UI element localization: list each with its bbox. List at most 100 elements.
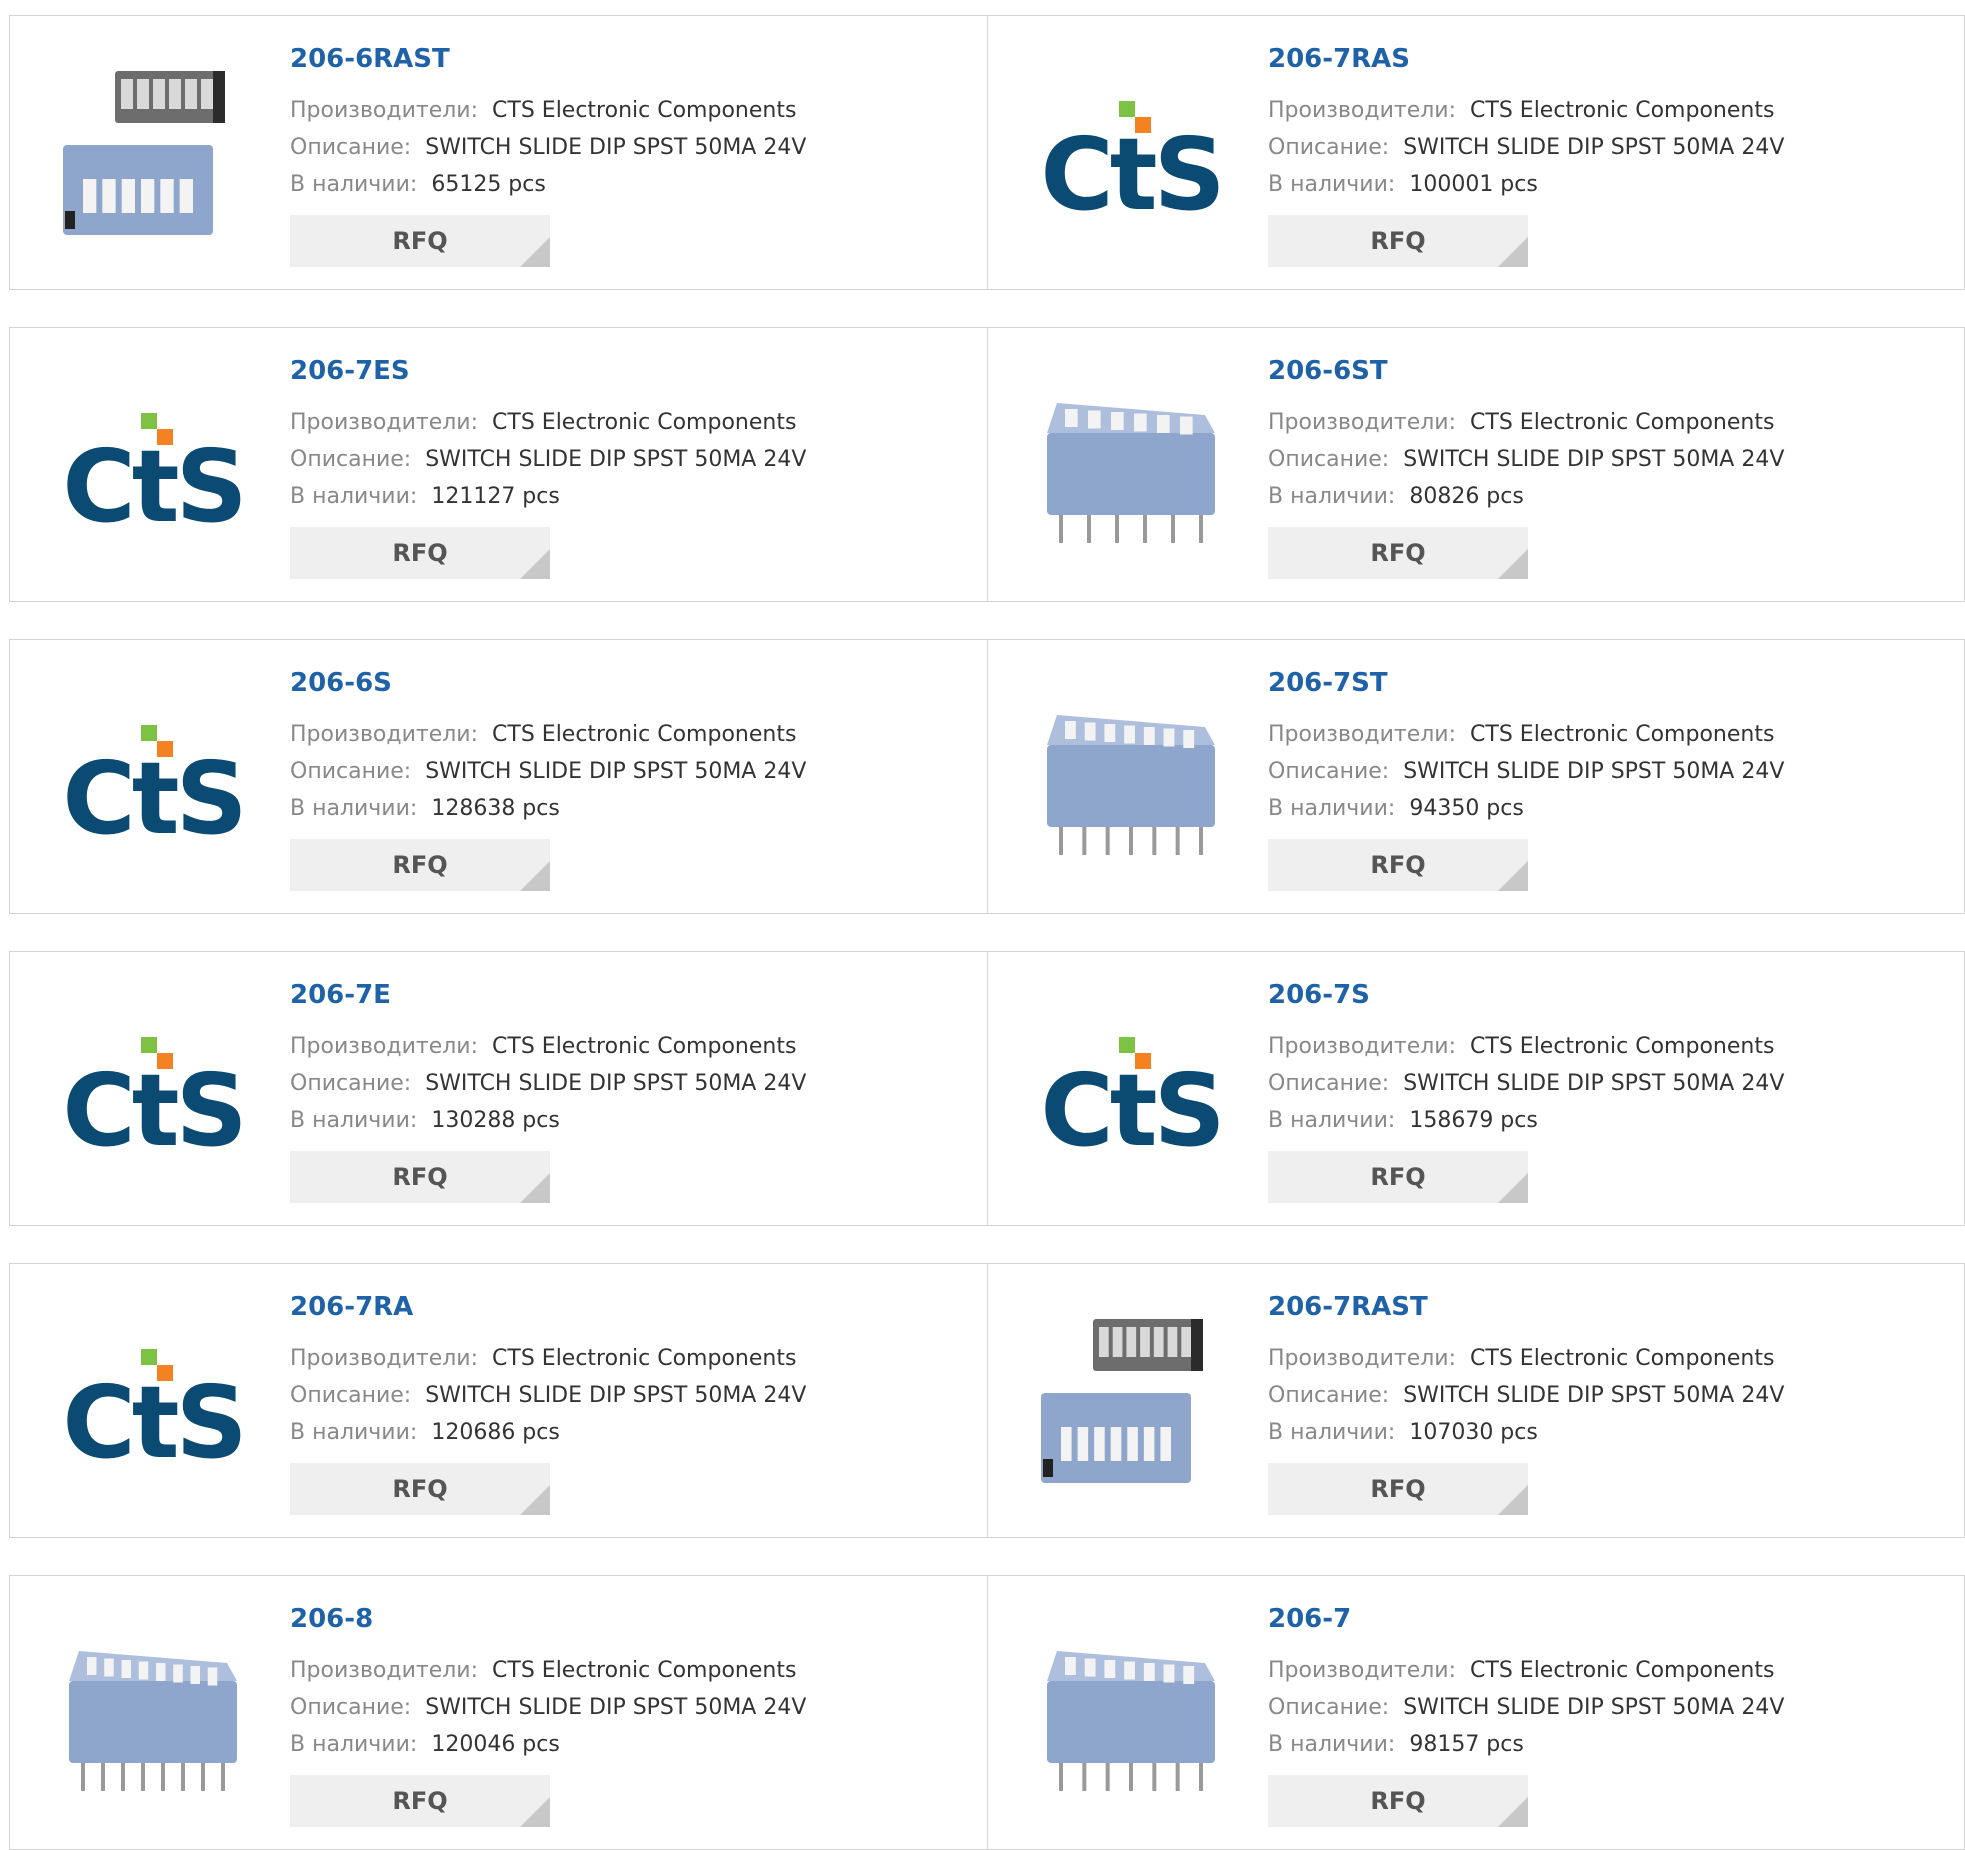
manufacturer-value: CTS Electronic Components — [1470, 98, 1775, 123]
switch-marker — [65, 211, 75, 229]
rfq-button[interactable]: RFQ — [1268, 527, 1528, 579]
switch-slider — [1111, 412, 1124, 430]
stock-row: В наличии: 80826 pcs — [1268, 478, 1784, 515]
description-value: SWITCH SLIDE DIP SPST 50MA 24V — [1403, 447, 1785, 472]
product-title-link[interactable]: 206-6ST — [1268, 358, 1784, 384]
stock-value: 128638 pcs — [431, 796, 560, 821]
description-value: SWITCH SLIDE DIP SPST 50MA 24V — [425, 759, 807, 784]
product-image[interactable] — [1026, 1616, 1236, 1826]
product-image[interactable] — [1026, 368, 1236, 578]
product-title-link[interactable]: 206-7ST — [1268, 670, 1784, 696]
stock-row: В наличии: 130288 pcs — [290, 1102, 806, 1139]
switch-slider — [1065, 409, 1078, 427]
stock-label: В наличии: — [1268, 172, 1396, 197]
manufacturer-row: Производители: CTS Electronic Components — [1268, 92, 1784, 129]
product-title-link[interactable]: 206-6S — [290, 670, 806, 696]
rfq-button[interactable]: RFQ — [290, 527, 550, 579]
description-value: SWITCH SLIDE DIP SPST 50MA 24V — [425, 447, 807, 472]
product-card: 206-7RAST Производители: CTS Electronic C… — [987, 1263, 1965, 1538]
switch-slider — [179, 179, 193, 213]
stock-row: В наличии: 121127 pcs — [290, 478, 806, 515]
product-title-link[interactable]: 206-8 — [290, 1606, 806, 1632]
manufacturer-label: Производители: — [290, 1346, 479, 1371]
product-card: CtS 206-7RAS Производители: CTS Electroni… — [987, 15, 1965, 290]
product-title-link[interactable]: 206-7RA — [290, 1294, 806, 1320]
stock-label: В наличии: — [290, 796, 418, 821]
rfq-button[interactable]: RFQ — [290, 839, 550, 891]
stock-value: 98157 pcs — [1409, 1732, 1524, 1757]
rfq-button[interactable]: RFQ — [290, 1151, 550, 1203]
product-title-link[interactable]: 206-7ES — [290, 358, 806, 384]
description-label: Описание: — [290, 759, 412, 784]
manufacturer-row: Производители: CTS Electronic Components — [290, 1652, 806, 1689]
stock-label: В наличии: — [290, 1108, 418, 1133]
product-image[interactable]: CtS — [48, 992, 258, 1202]
product-title-link[interactable]: 206-7 — [1268, 1606, 1784, 1632]
product-info: 206-7ES Производители: CTS Electronic Com… — [290, 358, 806, 579]
cts-logo-icon: CtS — [62, 1349, 248, 1469]
description-value: SWITCH SLIDE DIP SPST 50MA 24V — [1403, 1695, 1785, 1720]
product-image[interactable]: CtS — [48, 680, 258, 890]
switch-slider — [1160, 1427, 1171, 1461]
switch-slider — [173, 1664, 183, 1683]
description-row: Описание: SWITCH SLIDE DIP SPST 50MA 24V — [1268, 1065, 1784, 1102]
rfq-button[interactable]: RFQ — [1268, 1775, 1528, 1827]
description-row: Описание: SWITCH SLIDE DIP SPST 50MA 24V — [1268, 1689, 1784, 1726]
switch-slider — [1104, 724, 1116, 742]
rfq-button[interactable]: RFQ — [1268, 1151, 1528, 1203]
manufacturer-value: CTS Electronic Components — [492, 1346, 797, 1371]
rfq-button[interactable]: RFQ — [1268, 215, 1528, 267]
product-image[interactable] — [1026, 1304, 1236, 1514]
switch-slider — [1163, 728, 1175, 747]
switch-marker — [1043, 1459, 1053, 1477]
cts-logo-icon: CtS — [62, 413, 248, 533]
description-label: Описание: — [1268, 1383, 1390, 1408]
manufacturer-value: CTS Electronic Components — [492, 1034, 797, 1059]
rfq-button[interactable]: RFQ — [290, 1463, 550, 1515]
dip-switch-right-angle-icon — [1041, 1319, 1203, 1483]
description-row: Описание: SWITCH SLIDE DIP SPST 50MA 24V — [290, 1065, 806, 1102]
product-title-link[interactable]: 206-7RAS — [1268, 46, 1784, 72]
switch-slider — [1167, 1327, 1178, 1357]
logo-green-square — [141, 1349, 157, 1365]
switch-slider — [1112, 1327, 1123, 1357]
manufacturer-label: Производители: — [290, 410, 479, 435]
switch-slider — [207, 1667, 218, 1686]
product-image[interactable]: CtS — [1026, 992, 1236, 1202]
manufacturer-row: Производители: CTS Electronic Components — [290, 1340, 806, 1377]
rfq-button[interactable]: RFQ — [290, 1775, 550, 1827]
switch-slider — [1143, 727, 1155, 745]
product-image[interactable]: CtS — [1026, 56, 1236, 266]
description-label: Описание: — [1268, 135, 1390, 160]
product-image[interactable] — [48, 1616, 258, 1826]
switch-slider — [1181, 1327, 1191, 1357]
manufacturer-label: Производители: — [290, 1658, 479, 1683]
description-label: Описание: — [1268, 447, 1390, 472]
product-card: CtS 206-7E Производители: CTS Electronic … — [9, 951, 988, 1226]
switch-slider — [137, 79, 149, 109]
switch-slider — [1140, 1327, 1150, 1357]
switch-slider — [1134, 413, 1147, 432]
manufacturer-row: Производители: CTS Electronic Components — [1268, 404, 1784, 441]
product-title-link[interactable]: 206-6RAST — [290, 46, 806, 72]
cts-logo-icon: CtS — [1040, 1037, 1226, 1157]
rfq-button[interactable]: RFQ — [1268, 1463, 1528, 1515]
product-image[interactable] — [48, 56, 258, 266]
switch-slider — [141, 179, 155, 213]
manufacturer-row: Производители: CTS Electronic Components — [290, 92, 806, 129]
product-title-link[interactable]: 206-7S — [1268, 982, 1784, 1008]
product-card: 206-6ST Производители: CTS Electronic Com… — [987, 327, 1965, 602]
switch-slider — [1163, 1664, 1175, 1683]
product-image[interactable]: CtS — [48, 368, 258, 578]
stock-label: В наличии: — [1268, 1108, 1396, 1133]
description-label: Описание: — [290, 1383, 412, 1408]
product-title-link[interactable]: 206-7E — [290, 982, 806, 1008]
description-value: SWITCH SLIDE DIP SPST 50MA 24V — [425, 1695, 807, 1720]
rfq-button[interactable]: RFQ — [290, 215, 550, 267]
product-title-link[interactable]: 206-7RAST — [1268, 1294, 1784, 1320]
product-image[interactable] — [1026, 680, 1236, 890]
rfq-button[interactable]: RFQ — [1268, 839, 1528, 891]
stock-value: 120686 pcs — [431, 1420, 560, 1445]
switch-slider — [190, 1666, 200, 1684]
product-image[interactable]: CtS — [48, 1304, 258, 1514]
